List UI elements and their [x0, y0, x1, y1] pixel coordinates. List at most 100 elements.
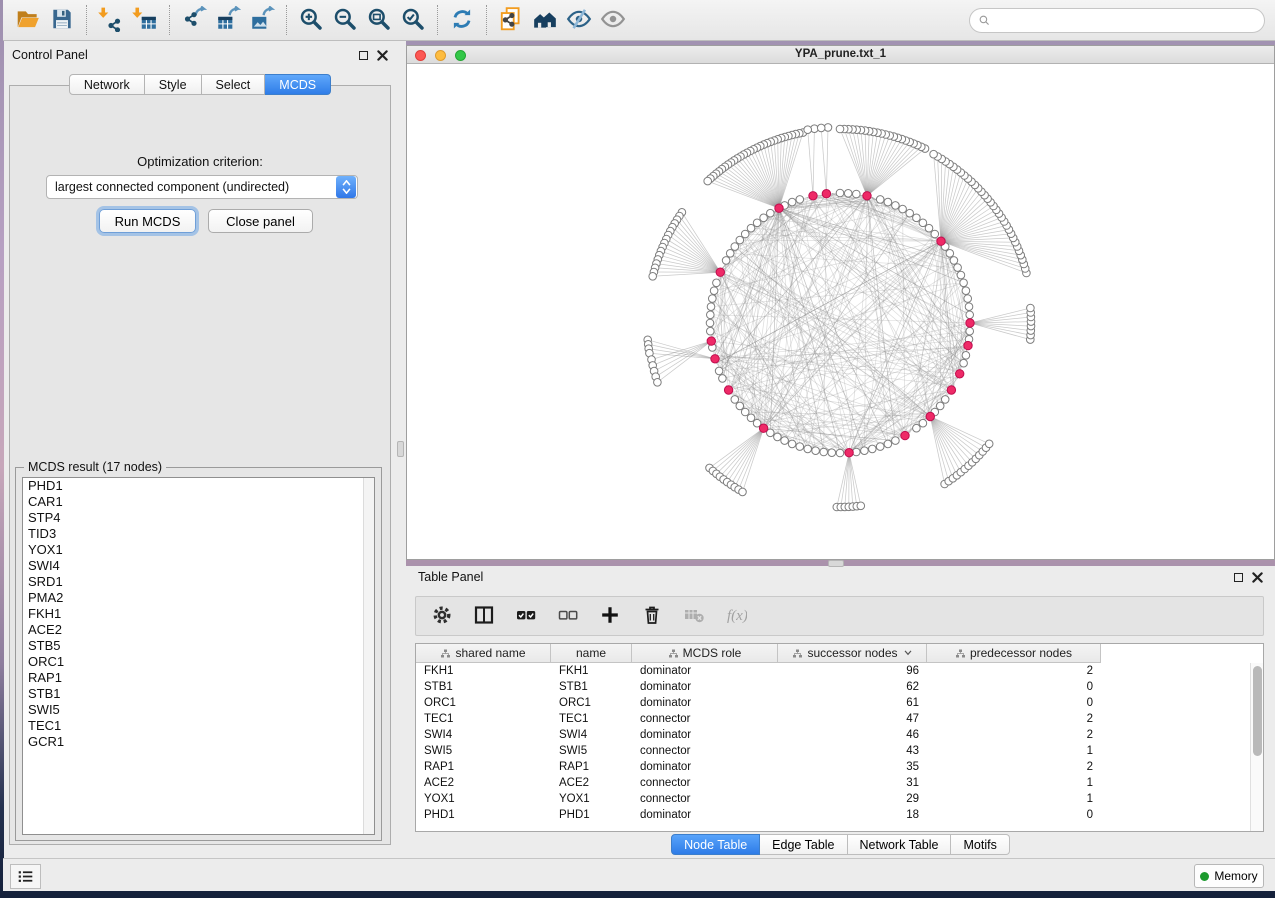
mcds-result-list[interactable]: PHD1CAR1STP4TID3YOX1SWI4SRD1PMA2FKH1ACE2…: [22, 477, 375, 835]
search-field[interactable]: [969, 8, 1265, 33]
horizontal-splitter-handle[interactable]: [828, 560, 844, 567]
mcds-result-item[interactable]: TEC1: [23, 718, 374, 734]
mcds-list-scrollbar[interactable]: [363, 478, 374, 834]
table-row[interactable]: RAP1RAP1dominator352: [416, 759, 1250, 775]
open-file-button[interactable]: [11, 3, 45, 37]
table-row[interactable]: ORC1ORC1dominator610: [416, 695, 1250, 711]
export-image-button[interactable]: [245, 3, 279, 37]
tab-select[interactable]: Select: [202, 74, 266, 95]
cell-MCDS-role: dominator: [632, 663, 778, 679]
network-graph[interactable]: [407, 64, 1274, 559]
memory-button[interactable]: Memory: [1194, 864, 1264, 888]
mcds-result-item[interactable]: RAP1: [23, 670, 374, 686]
cell-name: SWI4: [551, 727, 632, 743]
vertical-splitter[interactable]: [396, 41, 406, 858]
table-row[interactable]: YOX1YOX1connector291: [416, 791, 1250, 807]
table-toolbar: f(x): [415, 596, 1264, 636]
delete-table-icon: [683, 604, 705, 629]
mcds-result-item[interactable]: GCR1: [23, 734, 374, 750]
show-all-button[interactable]: [596, 3, 630, 37]
task-history-button[interactable]: [10, 864, 41, 889]
tab-style[interactable]: Style: [145, 74, 202, 95]
import-table-button[interactable]: [128, 3, 162, 37]
float-table-panel-icon[interactable]: [1234, 573, 1243, 582]
table-row[interactable]: SWI5SWI5connector431: [416, 743, 1250, 759]
cell-MCDS-role: dominator: [632, 679, 778, 695]
add-row-button[interactable]: [596, 602, 624, 630]
search-icon: [978, 14, 991, 27]
column-header-predecessor-nodes[interactable]: predecessor nodes: [927, 644, 1101, 663]
criterion-select[interactable]: largest connected component (undirected): [46, 175, 358, 199]
tab-edge-table[interactable]: Edge Table: [760, 834, 847, 855]
table-row[interactable]: FKH1FKH1dominator962: [416, 663, 1250, 679]
column-header-name[interactable]: name: [551, 644, 632, 663]
mcds-result-item[interactable]: PHD1: [23, 478, 374, 494]
refresh-button[interactable]: [445, 3, 479, 37]
cell-MCDS-role: connector: [632, 791, 778, 807]
cell-predecessor-nodes: 2: [927, 759, 1101, 775]
tab-network[interactable]: Network: [69, 74, 145, 95]
mcds-result-item[interactable]: PMA2: [23, 590, 374, 606]
tab-node-table[interactable]: Node Table: [671, 834, 760, 855]
mcds-result-item[interactable]: YOX1: [23, 542, 374, 558]
hide-selected-button[interactable]: [562, 3, 596, 37]
zoom-fit-button[interactable]: [362, 3, 396, 37]
import-network-button[interactable]: [94, 3, 128, 37]
split-panel-button[interactable]: [470, 602, 498, 630]
cell-successor-nodes: 46: [778, 727, 927, 743]
zoom-selected-button[interactable]: [396, 3, 430, 37]
cell-successor-nodes: 47: [778, 711, 927, 727]
close-table-panel-icon[interactable]: [1252, 572, 1263, 583]
save-button[interactable]: [45, 3, 79, 37]
splitter-handle[interactable]: [397, 441, 404, 457]
mcds-result-item[interactable]: CAR1: [23, 494, 374, 510]
mcds-result-item[interactable]: ORC1: [23, 654, 374, 670]
select-all-button[interactable]: [512, 602, 540, 630]
mcds-result-item[interactable]: ACE2: [23, 622, 374, 638]
close-panel-icon[interactable]: [377, 50, 388, 61]
mcds-result-item[interactable]: STP4: [23, 510, 374, 526]
node-table[interactable]: shared namenameMCDS rolesuccessor nodesp…: [415, 643, 1264, 832]
mcds-result-item[interactable]: STB5: [23, 638, 374, 654]
tab-motifs[interactable]: Motifs: [951, 834, 1009, 855]
cell-successor-nodes: 62: [778, 679, 927, 695]
first-neighbors-button[interactable]: [528, 3, 562, 37]
column-header-shared-name[interactable]: shared name: [416, 644, 551, 663]
column-header-successor-nodes[interactable]: successor nodes: [778, 644, 927, 663]
clone-network-button[interactable]: [494, 3, 528, 37]
network-window-titlebar[interactable]: YPA_prune.txt_1: [407, 46, 1274, 64]
mcds-result-item[interactable]: TID3: [23, 526, 374, 542]
table-scrollbar[interactable]: [1250, 663, 1263, 831]
table-row[interactable]: STB1STB1dominator620: [416, 679, 1250, 695]
table-row[interactable]: TEC1TEC1connector472: [416, 711, 1250, 727]
float-panel-icon[interactable]: [359, 51, 368, 60]
deselect-all-button[interactable]: [554, 602, 582, 630]
export-table-button[interactable]: [211, 3, 245, 37]
zoom-in-button[interactable]: [294, 3, 328, 37]
run-mcds-button[interactable]: Run MCDS: [99, 209, 196, 233]
mcds-result-item[interactable]: FKH1: [23, 606, 374, 622]
table-row[interactable]: PHD1PHD1dominator180: [416, 807, 1250, 823]
settings-button[interactable]: [428, 602, 456, 630]
split-panel-icon: [473, 604, 495, 629]
delete-row-button[interactable]: [638, 602, 666, 630]
cell-shared-name: FKH1: [416, 663, 551, 679]
table-scrollbar-thumb[interactable]: [1253, 666, 1262, 756]
column-header-MCDS-role[interactable]: MCDS role: [632, 644, 778, 663]
zoom-out-button[interactable]: [328, 3, 362, 37]
refresh-icon: [449, 6, 475, 35]
table-row[interactable]: ACE2ACE2connector311: [416, 775, 1250, 791]
tab-network-table[interactable]: Network Table: [848, 834, 952, 855]
tab-mcds[interactable]: MCDS: [265, 74, 331, 95]
search-input[interactable]: [991, 10, 1264, 30]
mcds-result-item[interactable]: SRD1: [23, 574, 374, 590]
cell-successor-nodes: 43: [778, 743, 927, 759]
close-panel-button[interactable]: Close panel: [208, 209, 313, 233]
mcds-result-item[interactable]: SWI4: [23, 558, 374, 574]
criterion-value: largest connected component (undirected): [47, 180, 335, 194]
export-network-button[interactable]: [177, 3, 211, 37]
mcds-result-item[interactable]: SWI5: [23, 702, 374, 718]
table-row[interactable]: SWI4SWI4dominator462: [416, 727, 1250, 743]
mcds-result-item[interactable]: STB1: [23, 686, 374, 702]
cell-MCDS-role: dominator: [632, 727, 778, 743]
